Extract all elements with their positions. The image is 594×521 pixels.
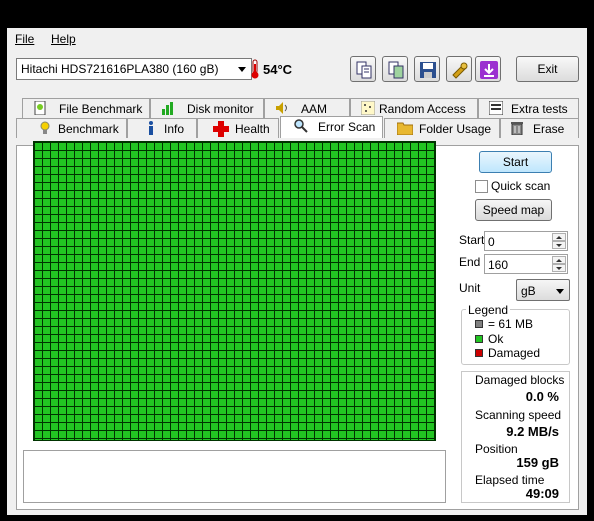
tab-aam-label: AAM: [301, 102, 328, 116]
temperature-readout: 54°C: [263, 62, 293, 77]
tab-error-scan-label: Error Scan: [318, 120, 376, 134]
exit-button[interactable]: Exit: [516, 56, 579, 82]
block-size-label: = 61 MB: [488, 317, 534, 331]
unit-select[interactable]: gB: [516, 279, 570, 301]
folder-icon: [397, 122, 413, 135]
menu-bar: File Help: [7, 28, 587, 50]
copy-screenshot-button[interactable]: [382, 56, 408, 82]
chevron-down-icon: [556, 289, 564, 294]
menu-file[interactable]: File: [15, 32, 34, 46]
tab-extra-tests[interactable]: Extra tests: [478, 98, 579, 118]
scan-log-box[interactable]: [23, 450, 446, 503]
tab-erase-label: Erase: [533, 122, 565, 136]
increment-icon[interactable]: [552, 233, 566, 241]
chevron-down-icon: [238, 67, 246, 72]
drive-select-value: Hitachi HDS721616PLA380 (160 gB): [21, 62, 219, 76]
quick-scan-label: Quick scan: [491, 179, 551, 193]
elapsed-time-value: 49:09: [525, 486, 559, 501]
scanning-speed-value: 9.2 MB/s: [506, 424, 559, 439]
tab-extra-tests-label: Extra tests: [511, 102, 568, 116]
tab-disk-monitor[interactable]: Disk monitor: [150, 98, 264, 118]
copy-text-button[interactable]: [350, 56, 376, 82]
copy-image-icon: [388, 61, 404, 79]
start-value: 0: [488, 235, 495, 249]
red-cross-icon: [213, 121, 229, 137]
end-field-label: End: [459, 255, 481, 269]
tab-error-scan[interactable]: Error Scan: [280, 116, 383, 138]
file-benchmark-icon: [34, 101, 46, 115]
decrement-icon[interactable]: [552, 264, 566, 272]
end-value: 160: [488, 258, 509, 272]
unit-select-value: gB: [521, 284, 536, 298]
tab-info[interactable]: Info: [127, 118, 197, 138]
scan-block-grid: [33, 141, 436, 441]
tab-folder-usage[interactable]: Folder Usage: [384, 118, 500, 138]
trash-icon: [511, 122, 523, 135]
drive-select[interactable]: Hitachi HDS721616PLA380 (160 gB): [16, 58, 252, 80]
damaged-label: Damaged: [488, 346, 541, 360]
legend-title: Legend: [466, 303, 511, 317]
block-size-swatch: [475, 320, 483, 328]
tab-erase[interactable]: Erase: [500, 118, 579, 138]
magnifier-icon: [294, 119, 308, 133]
app-window: File Help Hitachi HDS721616PLA380 (160 g…: [7, 28, 587, 515]
tab-disk-monitor-label: Disk monitor: [187, 102, 254, 116]
extra-tests-icon: [489, 101, 503, 115]
end-value-stepper[interactable]: 160: [484, 254, 568, 274]
tab-random-access[interactable]: Random Access: [350, 98, 478, 118]
tab-info-label: Info: [164, 122, 185, 136]
info-icon: [149, 121, 153, 135]
options-button[interactable]: [446, 56, 472, 82]
download-update-button[interactable]: [475, 56, 501, 82]
damaged-blocks-value: 0.0 %: [525, 389, 559, 404]
lightbulb-icon: [40, 121, 50, 134]
tab-file-benchmark-label: File Benchmark: [59, 102, 143, 116]
tab-aam[interactable]: AAM: [264, 98, 350, 118]
start-value-stepper[interactable]: 0: [484, 231, 568, 251]
tab-random-access-label: Random Access: [379, 102, 466, 116]
ok-label: Ok: [488, 332, 504, 346]
damaged-swatch: [475, 349, 483, 357]
ok-swatch: [475, 335, 483, 343]
tab-file-benchmark[interactable]: File Benchmark: [22, 98, 150, 118]
menu-help[interactable]: Help: [51, 32, 76, 46]
position-value: 159 gB: [516, 455, 559, 470]
bar-chart-icon: [162, 102, 173, 115]
thermometer-icon: [251, 59, 259, 79]
speed-map-button[interactable]: Speed map: [475, 199, 552, 221]
start-field-label: Start: [459, 233, 485, 247]
position-label: Position: [475, 442, 518, 456]
tab-folder-usage-label: Folder Usage: [419, 122, 492, 136]
damaged-blocks-label: Damaged blocks: [475, 373, 565, 387]
tools-icon: [452, 62, 468, 79]
unit-label: Unit: [459, 281, 481, 295]
increment-icon[interactable]: [552, 256, 566, 264]
scanning-speed-label: Scanning speed: [475, 408, 562, 422]
tab-benchmark-label: Benchmark: [58, 122, 119, 136]
tab-benchmark[interactable]: Benchmark: [16, 118, 127, 138]
start-scan-button[interactable]: Start: [479, 151, 552, 173]
random-access-icon: [361, 101, 375, 115]
menu-file-label: File: [15, 32, 35, 46]
tab-health[interactable]: Health: [197, 118, 279, 138]
elapsed-time-label: Elapsed time: [475, 473, 545, 487]
floppy-disk-icon: [420, 62, 436, 78]
download-arrow-icon: [480, 61, 498, 79]
decrement-icon[interactable]: [552, 241, 566, 249]
speaker-icon: [276, 102, 287, 114]
menu-help-label: Help: [51, 32, 76, 46]
copy-icon: [356, 61, 372, 79]
tab-health-label: Health: [235, 122, 270, 136]
save-button[interactable]: [414, 56, 440, 82]
quick-scan-checkbox[interactable]: [475, 180, 488, 193]
